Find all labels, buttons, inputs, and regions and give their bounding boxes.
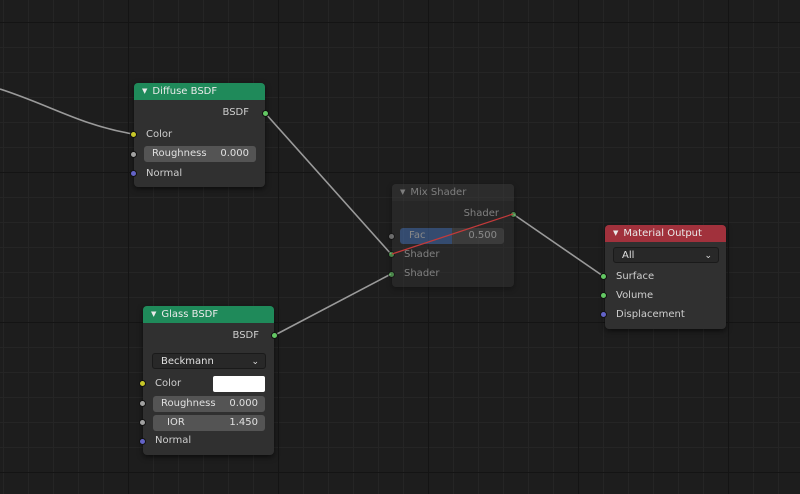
glass-normal-socket[interactable] [139,438,146,445]
output-displacement-label: Displacement [616,309,685,320]
link-glass-to-mix-shader2[interactable] [274,273,392,336]
chevron-down-icon: ⌄ [251,357,259,367]
glass-roughness-socket[interactable] [139,400,146,407]
diffuse-color-socket[interactable] [130,131,137,138]
mix-shader-node[interactable]: ▼ Mix Shader Shader Fac 0.500 Shader Shad… [392,184,514,287]
glass-ior-field[interactable]: IOR 1.450 [153,415,265,431]
diffuse-roughness-label: Roughness [152,148,207,159]
diffuse-color-label: Color [146,129,173,140]
glass-color-swatch[interactable] [213,376,265,392]
mix-fac-label: Fac [409,230,426,241]
diffuse-normal-socket[interactable] [130,170,137,177]
glass-bsdf-header[interactable]: ▼ Glass BSDF [143,306,274,323]
link-offscreen-to-diffuse-color[interactable] [0,88,134,135]
glass-bsdf-node[interactable]: ▼ Glass BSDF BSDF Beckmann ⌄ Color Roughn… [143,306,274,455]
glass-normal-label: Normal [155,435,192,446]
output-surface-socket[interactable] [600,273,607,280]
mix-shader2-socket[interactable] [388,271,395,278]
diffuse-roughness-field[interactable]: Roughness 0.000 [144,146,256,162]
glass-ior-value: 1.450 [229,417,258,428]
mix-fac-value: 0.500 [468,230,497,241]
mix-shader-output-socket[interactable] [510,211,517,218]
mix-shader-header[interactable]: ▼ Mix Shader [392,184,514,201]
mix-shader1-socket[interactable] [388,251,395,258]
diffuse-normal-label: Normal [146,168,183,179]
mix-fac-socket[interactable] [388,233,395,240]
mix-shader-output-label: Shader [463,208,499,219]
output-volume-label: Volume [616,290,654,301]
mix-fac-fill [400,228,452,244]
diffuse-bsdf-title: Diffuse BSDF [152,86,218,97]
glass-bsdf-title: Glass BSDF [161,309,219,320]
diffuse-bsdf-output-label: BSDF [222,107,249,118]
glass-ior-label: IOR [167,417,185,428]
glass-roughness-field[interactable]: Roughness 0.000 [153,396,265,412]
glass-color-label: Color [155,378,182,389]
mix-shader2-label: Shader [404,268,440,279]
node-editor-canvas[interactable]: ▼ Diffuse BSDF BSDF Color Roughness 0.000… [0,0,800,494]
output-surface-label: Surface [616,271,655,282]
glass-distribution-dropdown[interactable]: Beckmann ⌄ [152,353,266,369]
glass-distribution-value: Beckmann [161,356,214,367]
material-output-title: Material Output [623,228,702,239]
collapse-triangle-icon[interactable]: ▼ [142,87,147,95]
chevron-down-icon: ⌄ [704,251,712,261]
material-output-node[interactable]: ▼ Material Output All ⌄ Surface Volume Di… [605,225,726,329]
collapse-triangle-icon[interactable]: ▼ [613,229,618,237]
glass-roughness-label: Roughness [161,398,216,409]
diffuse-roughness-socket[interactable] [130,151,137,158]
mix-shader-title: Mix Shader [410,187,467,198]
mix-fac-slider[interactable]: Fac 0.500 [400,228,504,244]
glass-roughness-value: 0.000 [229,398,258,409]
link-mix-to-output-surface[interactable] [512,213,604,277]
glass-bsdf-output-label: BSDF [232,330,259,341]
glass-color-socket[interactable] [139,380,146,387]
mix-shader1-label: Shader [404,249,440,260]
collapse-triangle-icon[interactable]: ▼ [400,188,405,196]
glass-bsdf-output-socket[interactable] [271,332,278,339]
collapse-triangle-icon[interactable]: ▼ [151,310,156,318]
output-volume-socket[interactable] [600,292,607,299]
output-displacement-socket[interactable] [600,311,607,318]
diffuse-bsdf-node[interactable]: ▼ Diffuse BSDF BSDF Color Roughness 0.000… [134,83,265,187]
output-target-value: All [622,250,635,261]
link-diffuse-to-mix-shader1[interactable] [264,112,392,255]
diffuse-bsdf-output-socket[interactable] [262,110,269,117]
material-output-header[interactable]: ▼ Material Output [605,225,726,242]
diffuse-roughness-value: 0.000 [220,148,249,159]
output-target-dropdown[interactable]: All ⌄ [613,247,719,263]
diffuse-bsdf-header[interactable]: ▼ Diffuse BSDF [134,83,265,100]
glass-ior-socket[interactable] [139,419,146,426]
